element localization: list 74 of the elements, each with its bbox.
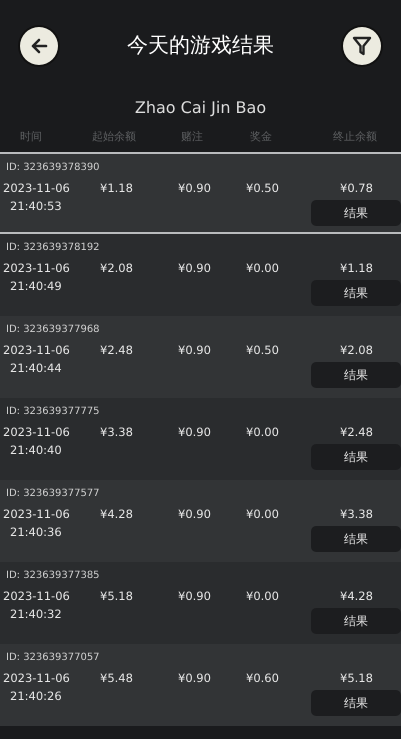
round-id: ID: 323639377775	[6, 405, 100, 419]
result-button[interactable]: 结果	[311, 200, 401, 226]
back-arrow-icon	[30, 38, 48, 54]
result-button[interactable]: 结果	[311, 608, 401, 634]
end-balance-cell-text: ¥1.18	[340, 260, 373, 277]
filter-icon	[352, 36, 372, 56]
result-row[interactable]: ID: 323639377057 2023-11-06 21:40:26 ¥5.48 ¥0.90 ¥0.60 ¥5.18 结果	[0, 644, 401, 726]
time-cell-text: 21:40:26	[10, 688, 62, 705]
win-cell-text: ¥0.60	[246, 670, 279, 687]
win-cell-text: ¥0.50	[246, 180, 279, 197]
round-id: ID: 323639377968	[6, 323, 100, 337]
round-id: ID: 323639378390	[6, 161, 100, 175]
end-balance-cell-text: ¥2.48	[340, 424, 373, 441]
date-cell-text: 2023-11-06	[3, 342, 70, 359]
date-cell-text: 2023-11-06	[3, 180, 70, 197]
start-balance-cell-text: ¥5.18	[100, 588, 133, 605]
round-id: ID: 323639377057	[6, 651, 100, 665]
time-cell-text: 21:40:49	[10, 278, 62, 295]
start-balance-cell-text: ¥2.48	[100, 342, 133, 359]
win-cell-text: ¥0.00	[246, 506, 279, 523]
date-cell-text: 2023-11-06	[3, 260, 70, 277]
result-row[interactable]: ID: 323639377968 2023-11-06 21:40:44 ¥2.48 ¥0.90 ¥0.50 ¥2.08 结果	[0, 316, 401, 398]
date-cell-text: 2023-11-06	[3, 670, 70, 687]
start-balance-cell-text: ¥5.48	[100, 670, 133, 687]
end-balance-cell-text: ¥2.08	[340, 342, 373, 359]
time-cell-text: 21:40:32	[10, 606, 62, 623]
win-cell-text: ¥0.00	[246, 260, 279, 277]
result-row[interactable]: ID: 323639378192 2023-11-06 21:40:49 ¥2.08 ¥0.90 ¥0.00 ¥1.18 结果	[0, 234, 401, 316]
column-header: 时间	[20, 128, 42, 145]
end-balance-cell-text: ¥0.78	[340, 180, 373, 197]
column-header: 终止余额	[333, 128, 377, 145]
win-cell-text: ¥0.00	[246, 424, 279, 441]
start-balance-cell-text: ¥4.28	[100, 506, 133, 523]
time-cell-text: 21:40:44	[10, 360, 62, 377]
game-name: Zhao Cai Jin Bao	[134, 98, 266, 117]
end-balance-cell-text: ¥3.38	[340, 506, 373, 523]
bet-cell-text: ¥0.90	[178, 180, 211, 197]
result-button[interactable]: 结果	[311, 280, 401, 306]
start-balance-cell-text: ¥3.38	[100, 424, 133, 441]
time-cell-text: 21:40:53	[10, 198, 62, 215]
start-balance-cell-text: ¥2.08	[100, 260, 133, 277]
back-button[interactable]	[20, 27, 58, 65]
column-header: 赌注	[181, 128, 203, 145]
bet-cell-text: ¥0.90	[178, 670, 211, 687]
filter-button[interactable]	[343, 27, 381, 65]
result-button[interactable]: 结果	[311, 526, 401, 552]
bet-cell-text: ¥0.90	[178, 506, 211, 523]
result-row[interactable]: ID: 323639378390 2023-11-06 21:40:53 ¥1.18 ¥0.90 ¥0.50 ¥0.78 结果	[0, 152, 401, 234]
win-cell-text: ¥0.00	[246, 588, 279, 605]
result-row[interactable]: ID: 323639377385 2023-11-06 21:40:32 ¥5.18 ¥0.90 ¥0.00 ¥4.28 结果	[0, 562, 401, 644]
time-cell-text: 21:40:36	[10, 524, 62, 541]
column-header: 奖金	[250, 128, 272, 145]
result-button[interactable]: 结果	[311, 444, 401, 470]
end-balance-cell-text: ¥5.18	[340, 670, 373, 687]
result-button[interactable]: 结果	[311, 362, 401, 388]
round-id: ID: 323639377385	[6, 569, 100, 583]
bet-cell-text: ¥0.90	[178, 342, 211, 359]
win-cell-text: ¥0.50	[246, 342, 279, 359]
result-row[interactable]: ID: 323639377775 2023-11-06 21:40:40 ¥3.38 ¥0.90 ¥0.00 ¥2.48 结果	[0, 398, 401, 480]
page-title: 今天的游戏结果	[127, 32, 274, 60]
start-balance-cell-text: ¥1.18	[100, 180, 133, 197]
bet-cell-text: ¥0.90	[178, 260, 211, 277]
round-id: ID: 323639377577	[6, 487, 100, 501]
date-cell-text: 2023-11-06	[3, 588, 70, 605]
column-header: 起始余额	[92, 128, 136, 145]
round-id: ID: 323639378192	[6, 241, 100, 255]
bet-cell-text: ¥0.90	[178, 424, 211, 441]
date-cell-text: 2023-11-06	[3, 506, 70, 523]
result-button[interactable]: 结果	[311, 690, 401, 716]
time-cell-text: 21:40:40	[10, 442, 62, 459]
result-row[interactable]: ID: 323639377577 2023-11-06 21:40:36 ¥4.28 ¥0.90 ¥0.00 ¥3.38 结果	[0, 480, 401, 562]
date-cell-text: 2023-11-06	[3, 424, 70, 441]
bet-cell-text: ¥0.90	[178, 588, 211, 605]
end-balance-cell-text: ¥4.28	[340, 588, 373, 605]
